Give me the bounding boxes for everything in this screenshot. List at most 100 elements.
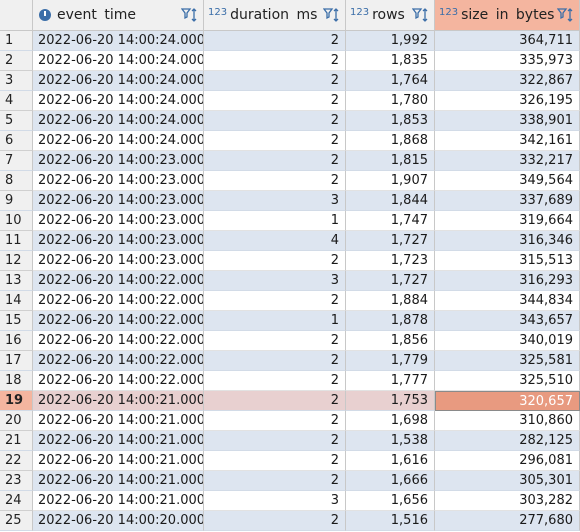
filter-sort-icon[interactable] [557, 7, 575, 23]
cell-duration-ms[interactable]: 2 [204, 31, 346, 51]
cell-size-in-bytes[interactable]: 282,125 [435, 431, 580, 451]
cell-event-time[interactable]: 2022-06-20 14:00:23.000 [33, 251, 204, 271]
row-number[interactable]: 24 [0, 491, 33, 511]
cell-rows[interactable]: 1,727 [346, 231, 435, 251]
row-number[interactable]: 20 [0, 411, 33, 431]
cell-size-in-bytes[interactable]: 320,657 [435, 391, 580, 411]
cell-size-in-bytes[interactable]: 305,301 [435, 471, 580, 491]
filter-sort-icon[interactable] [323, 7, 341, 23]
row-number[interactable]: 2 [0, 51, 33, 71]
cell-event-time[interactable]: 2022-06-20 14:00:24.000 [33, 91, 204, 111]
cell-rows[interactable]: 1,878 [346, 311, 435, 331]
cell-duration-ms[interactable]: 2 [204, 451, 346, 471]
filter-sort-icon[interactable] [412, 7, 430, 23]
column-header-event-time[interactable]: event time [33, 0, 204, 30]
cell-event-time[interactable]: 2022-06-20 14:00:23.000 [33, 211, 204, 231]
row-number-header[interactable] [0, 0, 33, 30]
cell-rows[interactable]: 1,727 [346, 271, 435, 291]
row-number[interactable]: 7 [0, 151, 33, 171]
cell-rows[interactable]: 1,844 [346, 191, 435, 211]
table-row[interactable]: 23 2022-06-20 14:00:21.000 2 1,666 305,301 [0, 471, 580, 491]
cell-size-in-bytes[interactable]: 316,346 [435, 231, 580, 251]
cell-event-time[interactable]: 2022-06-20 14:00:23.000 [33, 171, 204, 191]
cell-size-in-bytes[interactable]: 326,195 [435, 91, 580, 111]
row-number[interactable]: 22 [0, 451, 33, 471]
row-number[interactable]: 5 [0, 111, 33, 131]
cell-size-in-bytes[interactable]: 296,081 [435, 451, 580, 471]
row-number[interactable]: 1 [0, 31, 33, 51]
cell-size-in-bytes[interactable]: 310,860 [435, 411, 580, 431]
cell-size-in-bytes[interactable]: 316,293 [435, 271, 580, 291]
cell-rows[interactable]: 1,856 [346, 331, 435, 351]
row-number[interactable]: 23 [0, 471, 33, 491]
table-row[interactable]: 9 2022-06-20 14:00:23.000 3 1,844 337,689 [0, 191, 580, 211]
table-row[interactable]: 2 2022-06-20 14:00:24.000 2 1,835 335,973 [0, 51, 580, 71]
cell-rows[interactable]: 1,780 [346, 91, 435, 111]
cell-duration-ms[interactable]: 3 [204, 191, 346, 211]
row-number[interactable]: 19 [0, 391, 33, 411]
cell-duration-ms[interactable]: 2 [204, 131, 346, 151]
cell-duration-ms[interactable]: 2 [204, 351, 346, 371]
cell-rows[interactable]: 1,764 [346, 71, 435, 91]
cell-duration-ms[interactable]: 2 [204, 471, 346, 491]
cell-event-time[interactable]: 2022-06-20 14:00:23.000 [33, 151, 204, 171]
cell-duration-ms[interactable]: 1 [204, 211, 346, 231]
table-row[interactable]: 16 2022-06-20 14:00:22.000 2 1,856 340,019 [0, 331, 580, 351]
cell-rows[interactable]: 1,779 [346, 351, 435, 371]
table-row[interactable]: 21 2022-06-20 14:00:21.000 2 1,538 282,125 [0, 431, 580, 451]
cell-duration-ms[interactable]: 2 [204, 411, 346, 431]
cell-duration-ms[interactable]: 2 [204, 171, 346, 191]
cell-duration-ms[interactable]: 2 [204, 291, 346, 311]
table-row[interactable]: 8 2022-06-20 14:00:23.000 2 1,907 349,564 [0, 171, 580, 191]
cell-event-time[interactable]: 2022-06-20 14:00:24.000 [33, 111, 204, 131]
row-number[interactable]: 18 [0, 371, 33, 391]
row-number[interactable]: 10 [0, 211, 33, 231]
cell-rows[interactable]: 1,656 [346, 491, 435, 511]
cell-size-in-bytes[interactable]: 344,834 [435, 291, 580, 311]
cell-size-in-bytes[interactable]: 332,217 [435, 151, 580, 171]
cell-event-time[interactable]: 2022-06-20 14:00:22.000 [33, 351, 204, 371]
cell-rows[interactable]: 1,777 [346, 371, 435, 391]
table-row[interactable]: 20 2022-06-20 14:00:21.000 2 1,698 310,860 [0, 411, 580, 431]
cell-duration-ms[interactable]: 2 [204, 151, 346, 171]
cell-event-time[interactable]: 2022-06-20 14:00:22.000 [33, 371, 204, 391]
column-header-duration-ms[interactable]: 123 duration ms [204, 0, 346, 30]
row-number[interactable]: 11 [0, 231, 33, 251]
cell-size-in-bytes[interactable]: 319,664 [435, 211, 580, 231]
cell-event-time[interactable]: 2022-06-20 14:00:23.000 [33, 191, 204, 211]
table-row[interactable]: 11 2022-06-20 14:00:23.000 4 1,727 316,346 [0, 231, 580, 251]
cell-event-time[interactable]: 2022-06-20 14:00:24.000 [33, 51, 204, 71]
cell-rows[interactable]: 1,835 [346, 51, 435, 71]
table-row[interactable]: 17 2022-06-20 14:00:22.000 2 1,779 325,581 [0, 351, 580, 371]
table-row[interactable]: 4 2022-06-20 14:00:24.000 2 1,780 326,195 [0, 91, 580, 111]
cell-event-time[interactable]: 2022-06-20 14:00:20.000 [33, 511, 204, 531]
cell-size-in-bytes[interactable]: 364,711 [435, 31, 580, 51]
row-number[interactable]: 8 [0, 171, 33, 191]
cell-size-in-bytes[interactable]: 315,513 [435, 251, 580, 271]
row-number[interactable]: 21 [0, 431, 33, 451]
cell-duration-ms[interactable]: 2 [204, 371, 346, 391]
row-number[interactable]: 14 [0, 291, 33, 311]
table-row[interactable]: 13 2022-06-20 14:00:22.000 3 1,727 316,293 [0, 271, 580, 291]
cell-duration-ms[interactable]: 2 [204, 331, 346, 351]
cell-duration-ms[interactable]: 3 [204, 271, 346, 291]
cell-event-time[interactable]: 2022-06-20 14:00:22.000 [33, 331, 204, 351]
table-row[interactable]: 7 2022-06-20 14:00:23.000 2 1,815 332,217 [0, 151, 580, 171]
cell-size-in-bytes[interactable]: 325,510 [435, 371, 580, 391]
cell-event-time[interactable]: 2022-06-20 14:00:24.000 [33, 31, 204, 51]
cell-event-time[interactable]: 2022-06-20 14:00:21.000 [33, 451, 204, 471]
row-number[interactable]: 15 [0, 311, 33, 331]
cell-rows[interactable]: 1,753 [346, 391, 435, 411]
cell-size-in-bytes[interactable]: 322,867 [435, 71, 580, 91]
cell-event-time[interactable]: 2022-06-20 14:00:22.000 [33, 311, 204, 331]
cell-duration-ms[interactable]: 2 [204, 391, 346, 411]
cell-rows[interactable]: 1,992 [346, 31, 435, 51]
table-row[interactable]: 24 2022-06-20 14:00:21.000 3 1,656 303,282 [0, 491, 580, 511]
cell-event-time[interactable]: 2022-06-20 14:00:21.000 [33, 491, 204, 511]
cell-rows[interactable]: 1,616 [346, 451, 435, 471]
cell-event-time[interactable]: 2022-06-20 14:00:21.000 [33, 431, 204, 451]
cell-duration-ms[interactable]: 4 [204, 231, 346, 251]
table-row[interactable]: 22 2022-06-20 14:00:21.000 2 1,616 296,081 [0, 451, 580, 471]
row-number[interactable]: 12 [0, 251, 33, 271]
cell-size-in-bytes[interactable]: 337,689 [435, 191, 580, 211]
